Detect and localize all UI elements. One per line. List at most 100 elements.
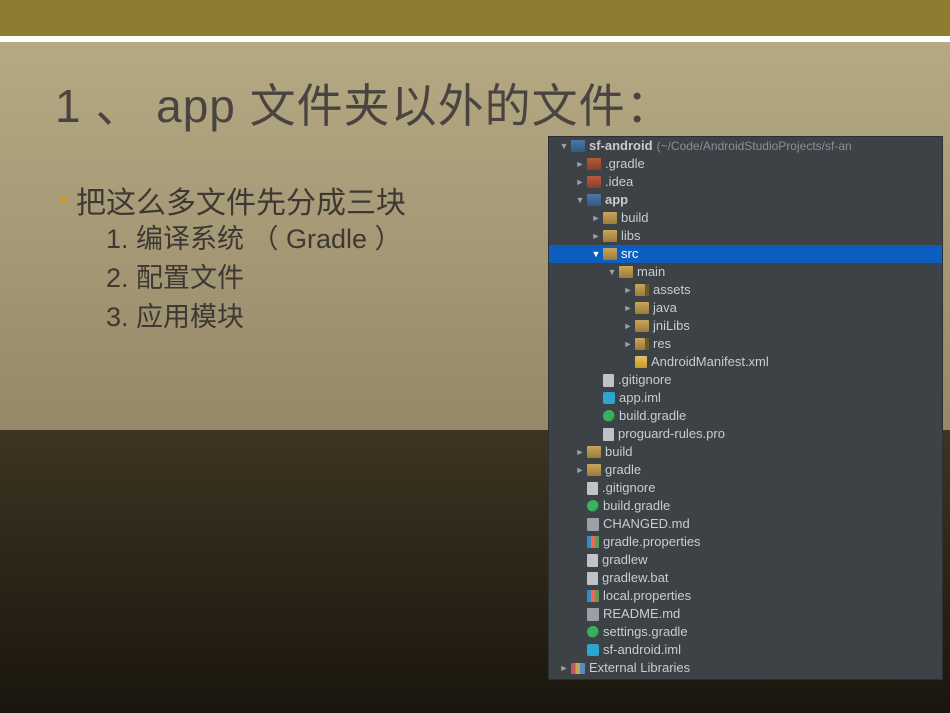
tree-row[interactable]: build.gradle <box>549 407 942 425</box>
chevron-down-icon[interactable]: ▼ <box>607 263 617 281</box>
tree-label: README.md <box>603 605 680 623</box>
tree-label: local.properties <box>603 587 691 605</box>
tree-row[interactable]: .gitignore <box>549 479 942 497</box>
tree-row[interactable]: ▼sf-android(~/Code/AndroidStudioProjects… <box>549 137 942 155</box>
chevron-right-icon[interactable]: ► <box>591 227 601 245</box>
tree-row[interactable]: README.md <box>549 605 942 623</box>
folder-icon <box>635 302 649 314</box>
folder-icon <box>587 446 601 458</box>
file-icon <box>587 572 598 585</box>
chevron-down-icon[interactable]: ▼ <box>591 245 601 263</box>
folder-icon <box>635 338 649 350</box>
folder-icon <box>587 464 601 476</box>
folder-icon <box>603 248 617 260</box>
list-item: 1. 编译系统 （ Gradle ） <box>106 220 402 259</box>
tree-row[interactable]: local.properties <box>549 587 942 605</box>
chevron-down-icon[interactable]: ▼ <box>575 191 585 209</box>
tree-label: jniLibs <box>653 317 690 335</box>
tree-label: gradle.properties <box>603 533 701 551</box>
tree-row[interactable]: sf-android.iml <box>549 641 942 659</box>
chevron-right-icon[interactable]: ► <box>623 335 633 353</box>
gradle-icon <box>587 500 599 512</box>
chevron-right-icon[interactable]: ► <box>575 155 585 173</box>
tree-row[interactable]: ►build <box>549 209 942 227</box>
tree-row[interactable]: ► res <box>549 335 942 353</box>
slide-title: 1 、 app 文件夹以外的文件： <box>55 70 673 136</box>
file-icon <box>587 482 598 495</box>
tree-row[interactable]: gradlew.bat <box>549 569 942 587</box>
chevron-right-icon[interactable]: ► <box>623 317 633 335</box>
gradle-icon <box>603 410 615 422</box>
tree-row[interactable]: ►java <box>549 299 942 317</box>
tree-label: settings.gradle <box>603 623 688 641</box>
gradle-icon <box>587 626 599 638</box>
markdown-icon <box>587 518 599 531</box>
tree-row[interactable]: ► libs <box>549 227 942 245</box>
tree-row[interactable]: build.gradle <box>549 497 942 515</box>
chevron-right-icon[interactable]: ► <box>559 659 569 677</box>
tree-label: assets <box>653 281 691 299</box>
tree-label: build <box>605 443 632 461</box>
chevron-right-icon[interactable]: ► <box>575 443 585 461</box>
folder-icon <box>587 158 601 170</box>
tree-row[interactable]: ►.idea <box>549 173 942 191</box>
tree-row[interactable]: ▼ app <box>549 191 942 209</box>
tree-label: build.gradle <box>603 497 670 515</box>
tree-row[interactable]: .gitignore <box>549 371 942 389</box>
tree-meta: (~/Code/AndroidStudioProjects/sf-an <box>657 137 852 155</box>
tree-label: .gitignore <box>602 479 655 497</box>
file-icon <box>587 554 598 567</box>
tree-label: AndroidManifest.xml <box>651 353 769 371</box>
tree-row[interactable]: ► gradle <box>549 461 942 479</box>
chevron-right-icon[interactable]: ► <box>591 209 601 227</box>
xml-file-icon <box>635 356 647 368</box>
folder-icon <box>635 284 649 296</box>
chevron-right-icon[interactable]: ► <box>623 281 633 299</box>
chevron-down-icon[interactable]: ▼ <box>559 137 569 155</box>
tree-label: res <box>653 335 671 353</box>
list-item: 3. 应用模块 <box>106 298 402 337</box>
tree-label: app <box>605 191 628 209</box>
tree-row[interactable]: ► build <box>549 443 942 461</box>
tree-row[interactable]: AndroidManifest.xml <box>549 353 942 371</box>
chevron-right-icon[interactable]: ► <box>575 461 585 479</box>
properties-icon <box>587 590 599 602</box>
tree-row[interactable]: gradle.properties <box>549 533 942 551</box>
tree-row[interactable]: ▼ main <box>549 263 942 281</box>
tree-row[interactable]: ► .gradle <box>549 155 942 173</box>
tree-row[interactable]: gradlew <box>549 551 942 569</box>
folder-icon <box>587 194 601 206</box>
properties-icon <box>587 536 599 548</box>
tree-row[interactable]: ► jniLibs <box>549 317 942 335</box>
list-item: 2. 配置文件 <box>106 259 402 298</box>
tree-row[interactable]: ► External Libraries <box>549 659 942 677</box>
tree-label: External Libraries <box>589 659 690 677</box>
tree-label: main <box>637 263 665 281</box>
folder-icon <box>603 212 617 224</box>
tree-label: gradlew.bat <box>602 569 669 587</box>
tree-label: sf-android.iml <box>603 641 681 659</box>
folder-icon <box>587 176 601 188</box>
bullet-icon <box>60 195 67 202</box>
file-icon <box>603 374 614 387</box>
tree-label: build.gradle <box>619 407 686 425</box>
chevron-right-icon[interactable]: ► <box>575 173 585 191</box>
tree-label: libs <box>621 227 641 245</box>
chevron-right-icon[interactable]: ► <box>623 299 633 317</box>
iml-icon <box>587 644 599 656</box>
tree-row[interactable]: proguard-rules.pro <box>549 425 942 443</box>
folder-icon <box>603 230 617 242</box>
tree-label: .gitignore <box>618 371 671 389</box>
tree-label: gradle <box>605 461 641 479</box>
tree-row[interactable]: settings.gradle <box>549 623 942 641</box>
tree-label: app.iml <box>619 389 661 407</box>
iml-icon <box>603 392 615 404</box>
tree-row[interactable]: ► assets <box>549 281 942 299</box>
tree-row[interactable]: CHANGED.md <box>549 515 942 533</box>
slide: 1 、 app 文件夹以外的文件： 把这么多文件先分成三块 1. 编译系统 （ … <box>0 0 950 713</box>
tree-row[interactable]: app.iml <box>549 389 942 407</box>
tree-row[interactable]: ▼ src <box>549 245 942 263</box>
tree-label: CHANGED.md <box>603 515 690 533</box>
tree-label: src <box>621 245 638 263</box>
tree-label: .gradle <box>605 155 645 173</box>
